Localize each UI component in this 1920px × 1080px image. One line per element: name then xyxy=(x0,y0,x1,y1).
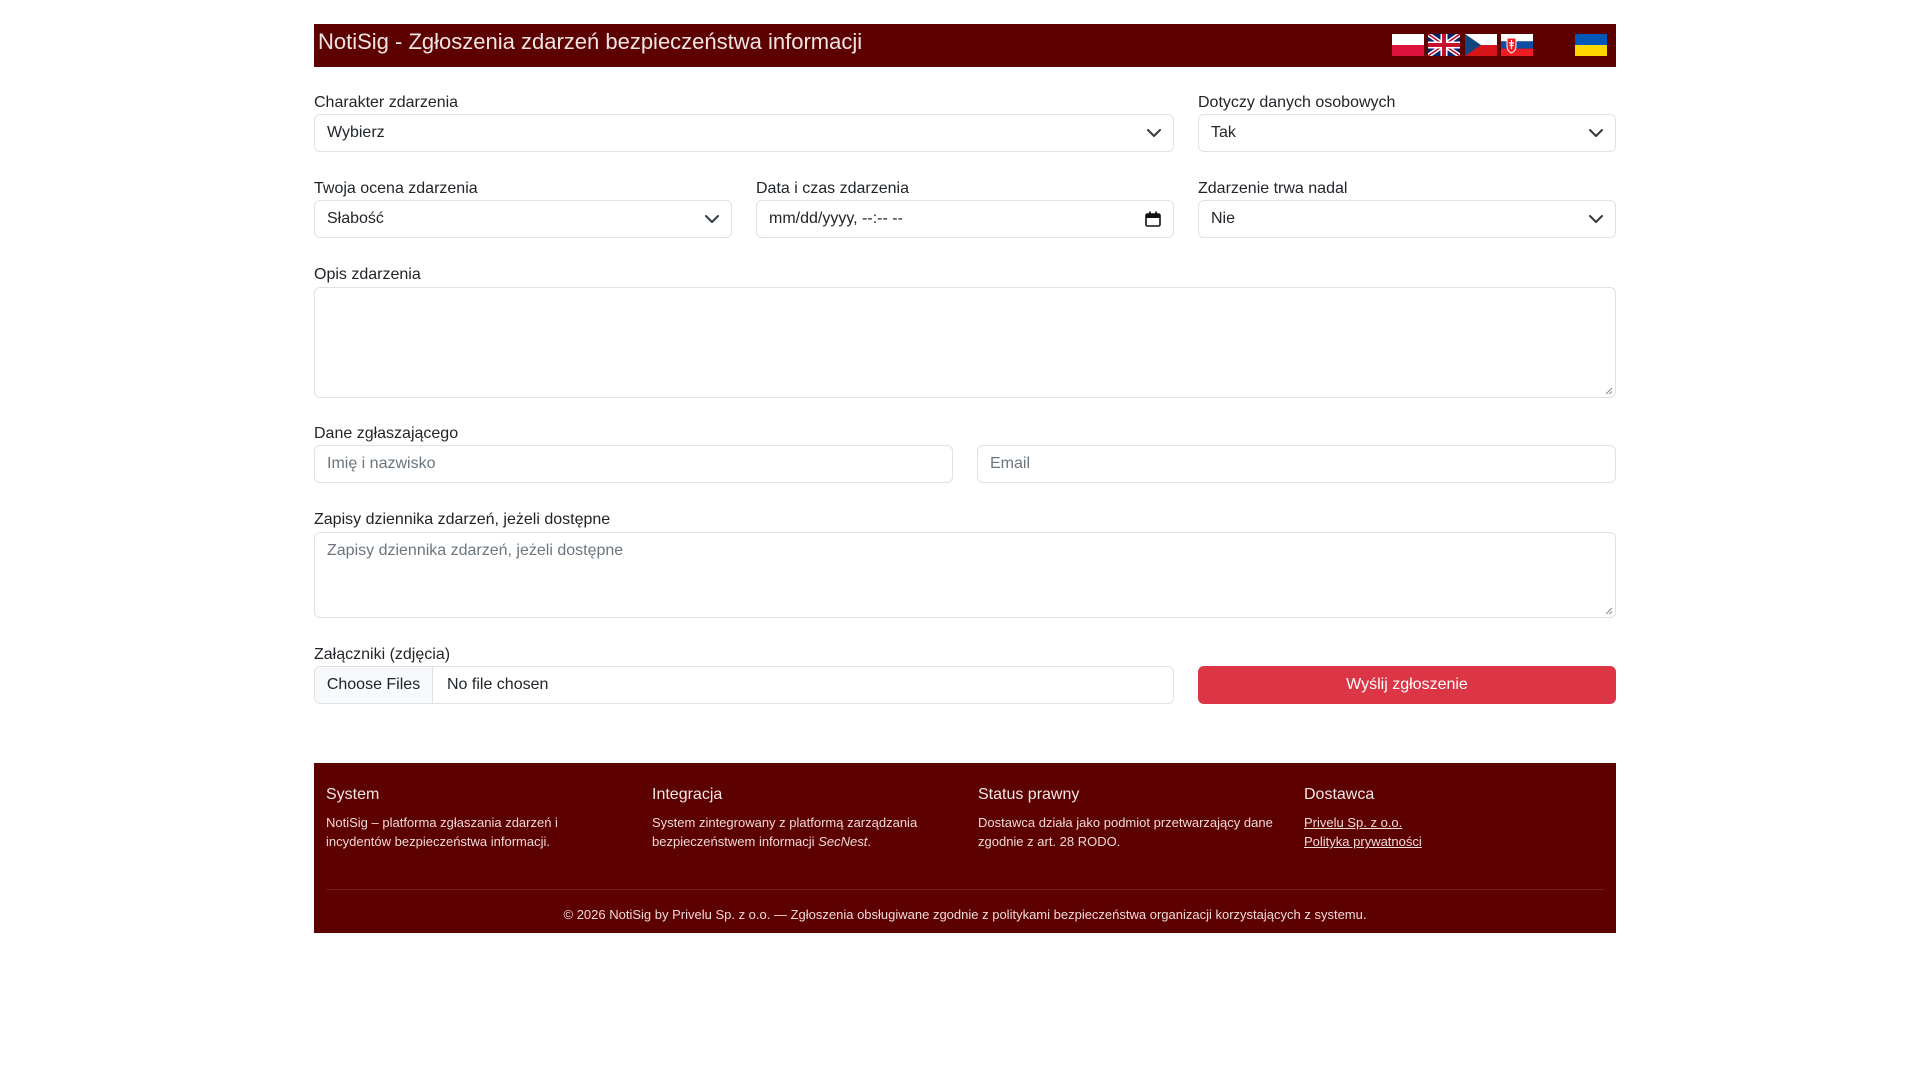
footer-status: Status prawny Dostawca działa jako podmi… xyxy=(978,785,1278,851)
dziennik-textarea-placeholder: Zapisy dziennika zdarzeń, jeżeli dostępn… xyxy=(327,542,624,559)
zalaczniki-label: Załączniki (zdjęcia) xyxy=(314,646,451,663)
charakter-field: Charakter zdarzenia Wybierz xyxy=(314,93,1174,153)
opis-row: Opis zdarzenia xyxy=(314,265,1616,401)
submit-button[interactable]: Wyślij zgłoszenie xyxy=(1198,666,1616,704)
dane-osobowe-select-value: Tak xyxy=(1211,124,1236,141)
chevron-down-icon xyxy=(1589,215,1603,223)
opis-textarea[interactable] xyxy=(314,287,1616,398)
file-input[interactable]: Choose Files No file chosen xyxy=(314,666,1174,704)
footer-dostawca: Dostawca Privelu Sp. z o.o. Polityka pry… xyxy=(1304,785,1604,851)
opis-label: Opis zdarzenia xyxy=(314,266,421,283)
ocena-label: Twoja ocena zdarzenia xyxy=(314,180,478,197)
page-container: NotiSig - Zgłoszenia zdarzeń bezpieczeńs… xyxy=(314,24,1616,933)
choose-files-button[interactable]: Choose Files xyxy=(315,667,433,703)
name-input-placeholder: Imię i nazwisko xyxy=(327,455,436,472)
form-row-1: Charakter zdarzenia Wybierz Dotyczy dany… xyxy=(314,93,1616,153)
charakter-select-value: Wybierz xyxy=(327,124,385,141)
footer-integracja-text-end: . xyxy=(867,834,871,849)
data-czas-field: Data i czas zdarzenia mm/dd/yyyy, --:-- … xyxy=(756,179,1174,239)
footer-integracja-title: Integracja xyxy=(652,786,723,803)
name-input[interactable]: Imię i nazwisko xyxy=(314,445,953,483)
email-input[interactable]: Email xyxy=(977,445,1616,483)
ocena-select-value: Słabość xyxy=(327,210,384,227)
dziennik-textarea[interactable]: Zapisy dziennika zdarzeń, jeżeli dostępn… xyxy=(314,532,1616,618)
zglaszajacy-row: Dane zgłaszającego Imię i nazwisko Email xyxy=(314,424,1616,484)
footer-integracja-text-main: System zintegrowany z platformą zarządza… xyxy=(652,815,918,849)
footer-status-text: Dostawca działa jako podmiot przetwarzaj… xyxy=(978,815,1273,849)
footer-system: System NotiSig – platforma zgłaszania zd… xyxy=(326,785,626,851)
dane-osobowe-label: Dotyczy danych osobowych xyxy=(1198,94,1396,111)
data-czas-input[interactable]: mm/dd/yyyy, --:-- -- xyxy=(756,200,1174,238)
data-czas-label: Data i czas zdarzenia xyxy=(756,180,909,197)
czech-flag-icon[interactable] xyxy=(1465,34,1497,56)
dziennik-row: Zapisy dziennika zdarzeń, jeżeli dostępn… xyxy=(314,510,1616,620)
submit-field: Wyślij zgłoszenie xyxy=(1198,645,1616,705)
resize-handle-icon[interactable] xyxy=(1605,607,1613,615)
trwa-nadal-select-value: Nie xyxy=(1211,210,1236,227)
chevron-down-icon xyxy=(705,215,719,223)
footer-dostawca-title: Dostawca xyxy=(1304,786,1375,803)
email-field: Email xyxy=(977,424,1616,484)
footer: System NotiSig – platforma zgłaszania zd… xyxy=(314,763,1616,933)
file-status: No file chosen xyxy=(447,676,549,693)
zalaczniki-row: Załączniki (zdjęcia) Choose Files No fil… xyxy=(314,645,1616,705)
ocena-field: Twoja ocena zdarzenia Słabość xyxy=(314,179,732,239)
chevron-down-icon xyxy=(1147,129,1161,137)
dane-osobowe-field: Dotyczy danych osobowych Tak xyxy=(1198,93,1616,153)
resize-handle-icon[interactable] xyxy=(1605,387,1613,395)
trwa-nadal-label: Zdarzenie trwa nadal xyxy=(1198,180,1348,197)
form-row-2: Twoja ocena zdarzenia Słabość Data i cza… xyxy=(314,179,1616,239)
email-input-placeholder: Email xyxy=(990,455,1031,472)
ukraine-flag-icon[interactable] xyxy=(1575,34,1607,56)
ocena-select[interactable]: Słabość xyxy=(314,200,732,238)
footer-integracja: Integracja System zintegrowany z platfor… xyxy=(652,785,952,851)
page-title: NotiSig - Zgłoszenia zdarzeń bezpieczeńs… xyxy=(318,29,863,54)
footer-integracja-text: System zintegrowany z platformą zarządza… xyxy=(652,813,952,851)
charakter-label: Charakter zdarzenia xyxy=(314,94,459,111)
poland-flag-icon[interactable] xyxy=(1392,34,1424,56)
secnest-name: SecNest xyxy=(818,834,868,849)
trwa-nadal-select[interactable]: Nie xyxy=(1198,200,1616,238)
slovakia-flag-icon[interactable] xyxy=(1501,34,1533,56)
charakter-select[interactable]: Wybierz xyxy=(314,114,1174,152)
dane-osobowe-select[interactable]: Tak xyxy=(1198,114,1616,152)
uk-flag-icon[interactable] xyxy=(1428,34,1460,56)
calendar-icon[interactable] xyxy=(1145,211,1161,227)
trwa-nadal-field: Zdarzenie trwa nadal Nie xyxy=(1198,179,1616,239)
footer-system-title: System xyxy=(326,786,380,803)
zalaczniki-field: Załączniki (zdjęcia) Choose Files No fil… xyxy=(314,645,1174,705)
footer-copyright: © 2026 NotiSig by Privelu Sp. z o.o. — Z… xyxy=(563,907,1367,922)
privelu-link[interactable]: Privelu Sp. z o.o. xyxy=(1304,813,1604,832)
name-field: Imię i nazwisko xyxy=(314,424,953,484)
data-czas-value: mm/dd/yyyy, --:-- -- xyxy=(769,210,903,227)
chevron-down-icon xyxy=(1589,129,1603,137)
footer-status-title: Status prawny xyxy=(978,786,1080,803)
language-switcher xyxy=(1392,34,1612,56)
footer-system-text: NotiSig – platforma zgłaszania zdarzeń i… xyxy=(326,815,558,849)
privacy-policy-link[interactable]: Polityka prywatności xyxy=(1304,832,1604,851)
header-bar: NotiSig - Zgłoszenia zdarzeń bezpieczeńs… xyxy=(314,24,1616,67)
footer-divider xyxy=(326,889,1604,890)
dziennik-label: Zapisy dziennika zdarzeń, jeżeli dostępn… xyxy=(314,511,611,528)
